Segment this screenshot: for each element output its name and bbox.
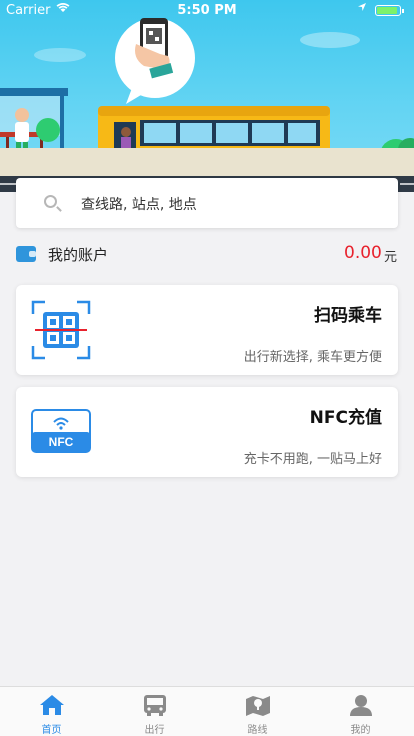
account-balance-unit: 元 xyxy=(384,250,398,265)
home-icon xyxy=(39,693,65,717)
tab-route-label: 路线 xyxy=(247,725,268,736)
tab-bar: 首页 出行 路线 我的 xyxy=(0,686,414,736)
tab-profile[interactable]: 我的 xyxy=(309,687,412,736)
search-bar[interactable]: 查线路, 站点, 地点 xyxy=(16,178,398,228)
account-row[interactable]: 我的账户 0.00 元 xyxy=(0,238,414,270)
nfc-recharge-title: NFC充值 xyxy=(309,408,382,428)
profile-icon xyxy=(348,693,374,717)
scan-ride-title: 扫码乘车 xyxy=(314,306,382,326)
tab-profile-label: 我的 xyxy=(350,725,371,736)
qr-scan-icon xyxy=(31,300,91,360)
account-label: 我的账户 xyxy=(48,246,109,264)
account-balance: 0.00 xyxy=(344,243,382,263)
nfc-card-icon: NFC xyxy=(31,402,91,462)
nfc-icon-text: NFC xyxy=(48,435,74,449)
nfc-recharge-card[interactable]: NFC NFC充值 充卡不用跑, 一贴马上好 xyxy=(16,387,398,477)
search-icon xyxy=(44,195,57,208)
tab-home-label: 首页 xyxy=(41,725,62,736)
scan-ride-subtitle: 出行新选择, 乘车更方便 xyxy=(243,350,382,365)
battery-icon xyxy=(375,5,404,16)
map-icon xyxy=(245,693,271,717)
nfc-recharge-subtitle: 充卡不用跑, 一贴马上好 xyxy=(243,452,382,467)
location-arrow-icon xyxy=(357,2,367,15)
status-time: 5:50 PM xyxy=(177,3,237,18)
tab-trip[interactable]: 出行 xyxy=(103,687,206,736)
bus-icon xyxy=(142,693,168,717)
hero-banner xyxy=(0,0,414,192)
wallet-icon xyxy=(16,246,36,262)
status-bar: Carrier 5:50 PM xyxy=(0,0,414,20)
tab-trip-label: 出行 xyxy=(144,725,165,736)
tab-home[interactable]: 首页 xyxy=(0,687,103,736)
search-placeholder: 查线路, 站点, 地点 xyxy=(81,197,197,213)
scan-ride-card[interactable]: 扫码乘车 出行新选择, 乘车更方便 xyxy=(16,285,398,375)
tab-route[interactable]: 路线 xyxy=(206,687,309,736)
